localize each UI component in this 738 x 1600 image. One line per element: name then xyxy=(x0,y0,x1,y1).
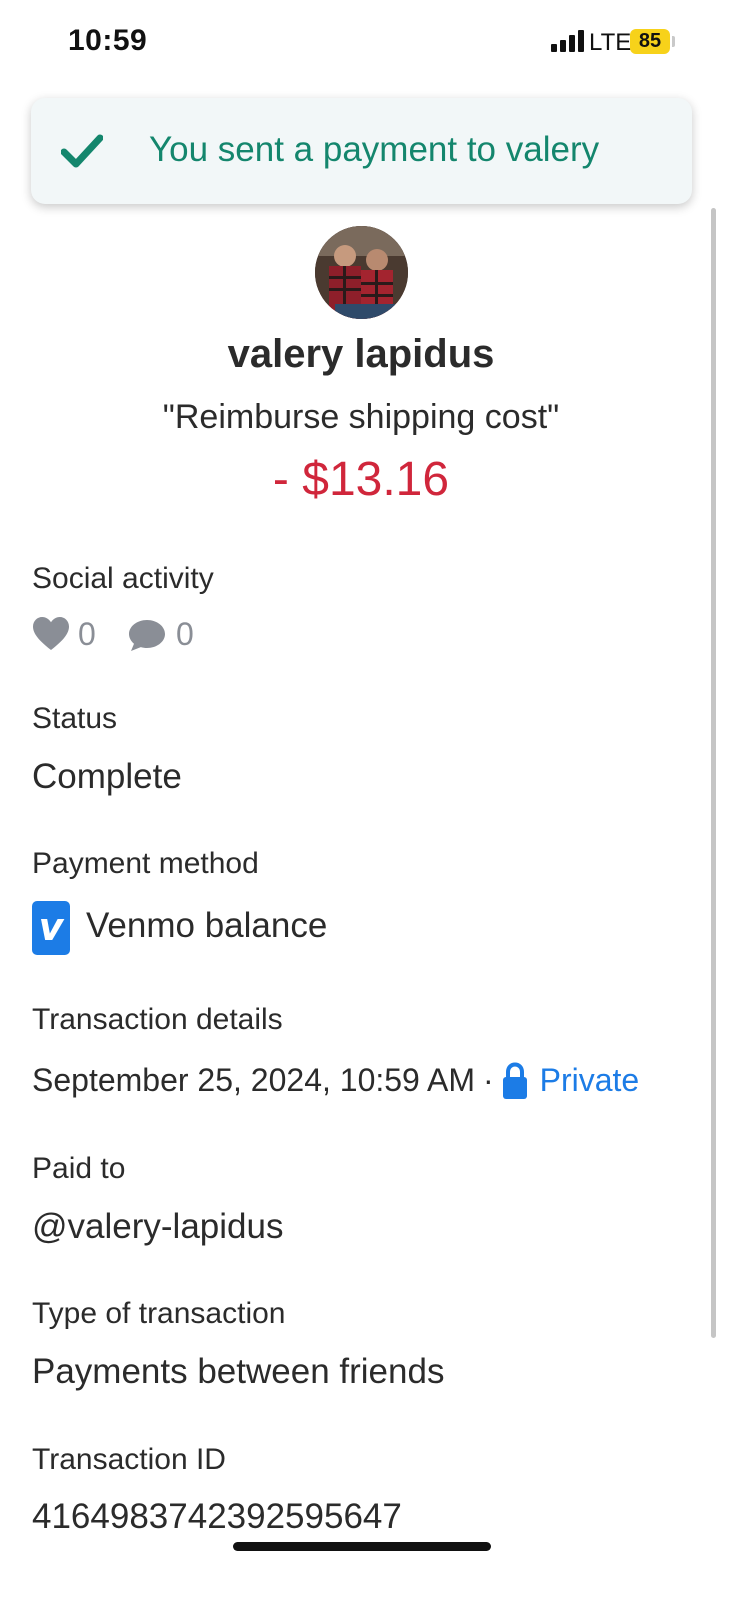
heart-icon[interactable] xyxy=(32,616,70,652)
status-value: Complete xyxy=(32,757,182,796)
scrollbar[interactable] xyxy=(711,208,716,1338)
payment-amount: - $13.16 xyxy=(272,453,450,506)
payment-note: "Reimburse shipping cost" xyxy=(162,398,560,436)
status-label: Status xyxy=(32,702,118,735)
transaction-id-value: 4164983742392595647 xyxy=(32,1497,402,1536)
battery-icon: 85 xyxy=(630,29,670,54)
payment-method-value: Venmo balance xyxy=(86,906,328,945)
transaction-type-label: Type of transaction xyxy=(32,1297,286,1330)
comment-icon[interactable] xyxy=(128,618,166,652)
privacy-setting-link[interactable]: Private xyxy=(540,1062,640,1099)
paid-to-label: Paid to xyxy=(32,1152,126,1185)
lock-icon[interactable] xyxy=(502,1062,528,1100)
likes-count: 0 xyxy=(78,616,96,652)
signal-icon xyxy=(551,30,585,52)
avatar[interactable] xyxy=(315,226,408,319)
status-bar: 10:59 LTE 85 xyxy=(0,0,738,80)
social-activity-label: Social activity xyxy=(32,562,214,595)
transaction-details-row: September 25, 2024, 10:59 AM · Private xyxy=(32,1060,639,1104)
venmo-logo-icon: v xyxy=(32,901,70,955)
comments-count: 0 xyxy=(176,616,194,652)
transaction-id-label: Transaction ID xyxy=(32,1443,226,1476)
payment-method-label: Payment method xyxy=(32,847,259,880)
toast-message: You sent a payment to valery xyxy=(149,130,600,169)
payment-detail-screen: 10:59 LTE 85 You sent a payment to valer… xyxy=(0,0,738,1600)
status-time: 10:59 xyxy=(68,24,148,57)
avatar-photo xyxy=(315,226,408,319)
home-indicator[interactable] xyxy=(233,1542,491,1551)
network-label: LTE xyxy=(589,29,632,56)
transaction-details-label: Transaction details xyxy=(32,1003,283,1036)
paid-to-value[interactable]: @valery-lapidus xyxy=(32,1207,283,1247)
checkmark-icon xyxy=(61,134,103,168)
venmo-logo-letter: v xyxy=(38,905,64,949)
success-toast[interactable]: You sent a payment to valery xyxy=(31,98,692,204)
separator-dot: · xyxy=(482,1062,494,1099)
battery-tip xyxy=(672,36,675,47)
transaction-type-value: Payments between friends xyxy=(32,1352,445,1391)
recipient-name: valery lapidus xyxy=(227,332,495,376)
transaction-date: September 25, 2024, 10:59 AM xyxy=(32,1062,475,1099)
